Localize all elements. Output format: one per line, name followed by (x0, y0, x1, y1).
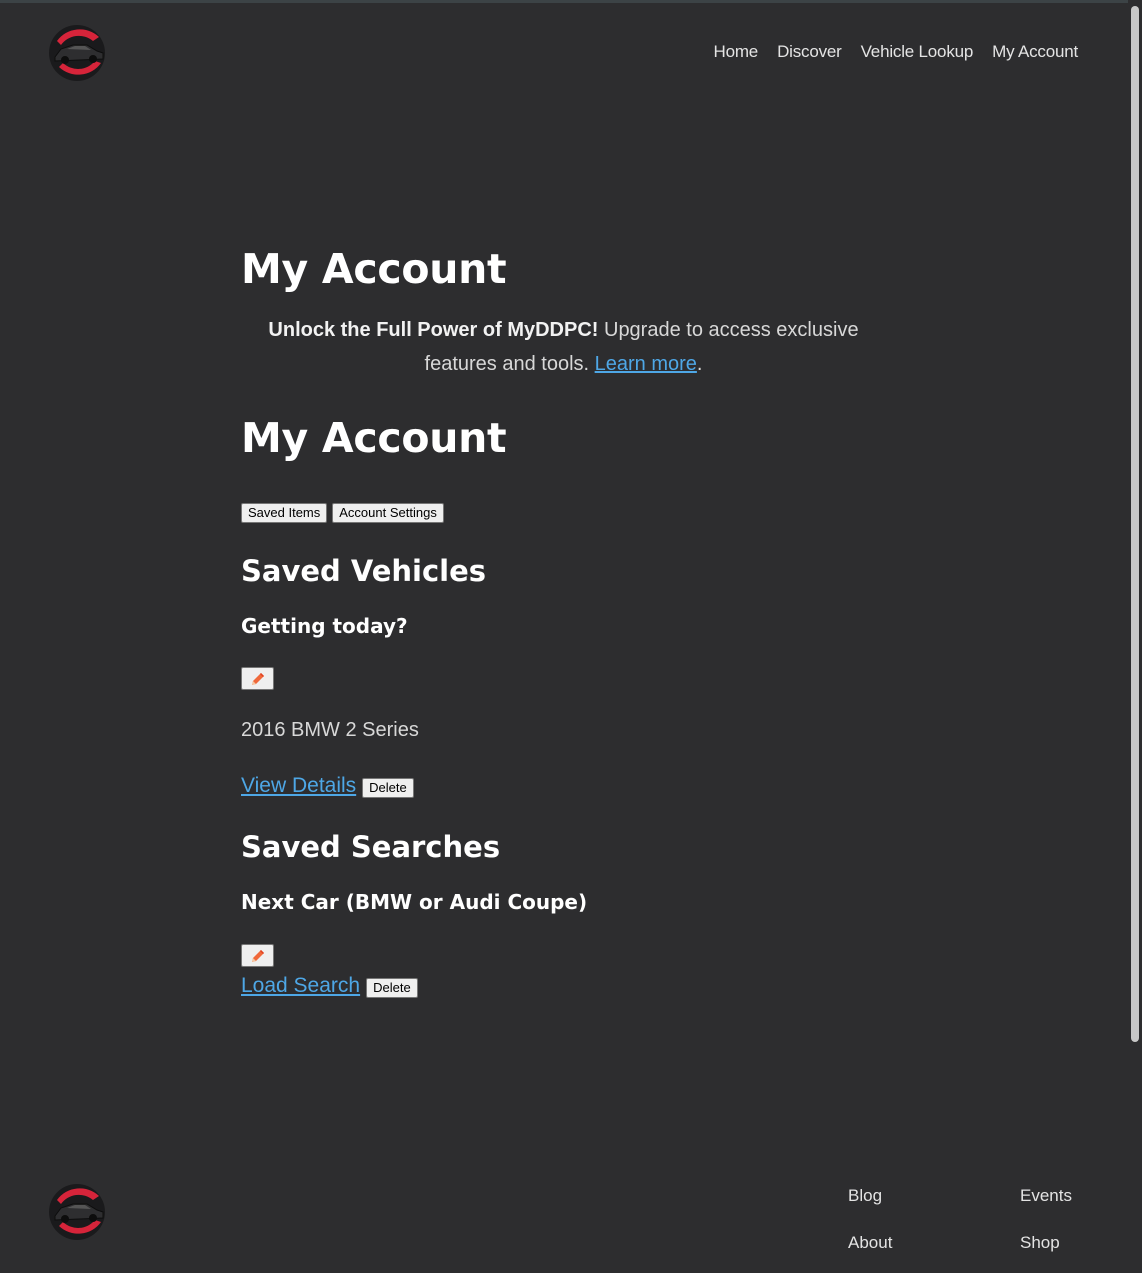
footer-events-link[interactable]: Events (1020, 1186, 1072, 1206)
window-top-border (0, 0, 1142, 3)
view-details-link[interactable]: View Details (241, 774, 356, 798)
edit-search-button[interactable] (241, 944, 274, 967)
vertical-scrollbar[interactable] (1128, 0, 1142, 1273)
account-heading: My Account (241, 414, 507, 462)
footer-blog-link[interactable]: Blog (848, 1186, 882, 1206)
scrollbar-thumb[interactable] (1131, 6, 1139, 1042)
upgrade-promo: Unlock the Full Power of MyDDPC! Upgrade… (241, 313, 886, 381)
edit-vehicle-button[interactable] (241, 667, 274, 690)
learn-more-link[interactable]: Learn more (595, 353, 697, 375)
saved-vehicles-heading: Saved Vehicles (241, 554, 487, 588)
footer-about-link[interactable]: About (848, 1233, 892, 1253)
saved-searches-heading: Saved Searches (241, 830, 501, 864)
nav-discover[interactable]: Discover (777, 42, 842, 62)
promo-headline: Unlock the Full Power of MyDDPC! (268, 319, 599, 341)
pencil-icon (252, 673, 264, 685)
nav-vehicle-lookup[interactable]: Vehicle Lookup (861, 42, 974, 62)
pencil-icon (252, 950, 264, 962)
car-logo-icon[interactable] (47, 23, 107, 83)
tab-account-settings[interactable]: Account Settings (332, 503, 444, 523)
delete-search-button[interactable]: Delete (366, 978, 418, 998)
page-title: My Account (241, 245, 507, 293)
saved-search-name: Next Car (BMW or Audi Coupe) (241, 890, 588, 914)
promo-period: . (696, 353, 703, 375)
footer-car-logo-icon[interactable] (47, 1182, 107, 1242)
load-search-link[interactable]: Load Search (241, 974, 360, 998)
footer-shop-link[interactable]: Shop (1020, 1233, 1060, 1253)
search-actions: Load Search Delete (241, 974, 418, 998)
saved-vehicle-name: Getting today? (241, 614, 408, 638)
main-nav: Home Discover Vehicle Lookup My Account (714, 42, 1079, 62)
account-tabs: Saved Items Account Settings (241, 503, 444, 523)
vehicle-actions: View Details Delete (241, 774, 414, 798)
delete-vehicle-button[interactable]: Delete (362, 778, 414, 798)
tab-saved-items[interactable]: Saved Items (241, 503, 328, 523)
vehicle-description: 2016 BMW 2 Series (241, 719, 419, 741)
nav-my-account[interactable]: My Account (992, 42, 1078, 62)
nav-home[interactable]: Home (714, 42, 759, 62)
